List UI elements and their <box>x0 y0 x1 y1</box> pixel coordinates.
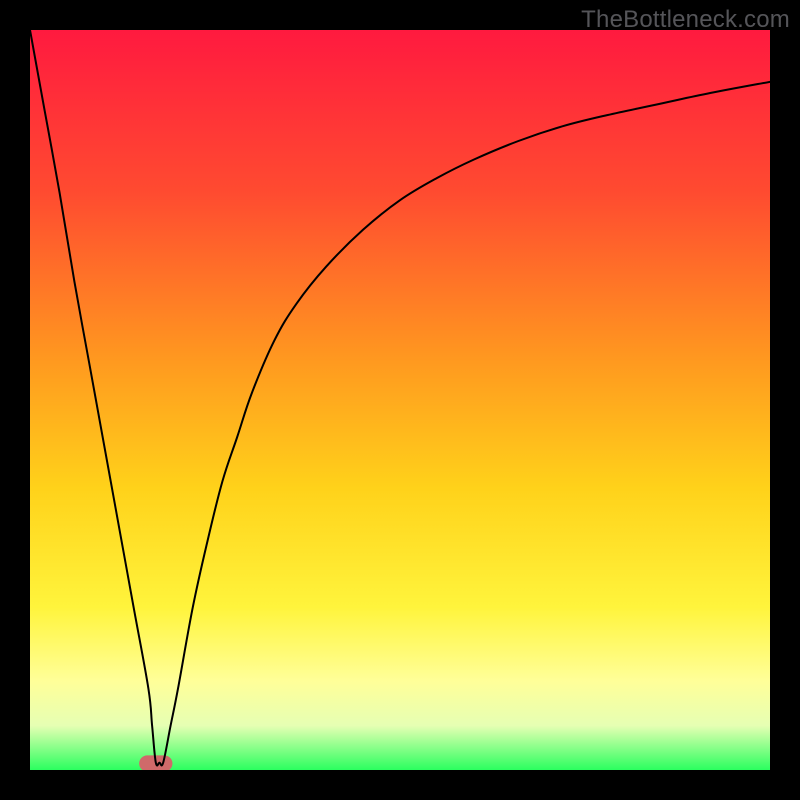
gradient-background <box>30 30 770 770</box>
chart-frame: TheBottleneck.com <box>0 0 800 800</box>
watermark-text: TheBottleneck.com <box>581 6 790 34</box>
plot-area <box>30 30 770 770</box>
bottleneck-chart <box>30 30 770 770</box>
